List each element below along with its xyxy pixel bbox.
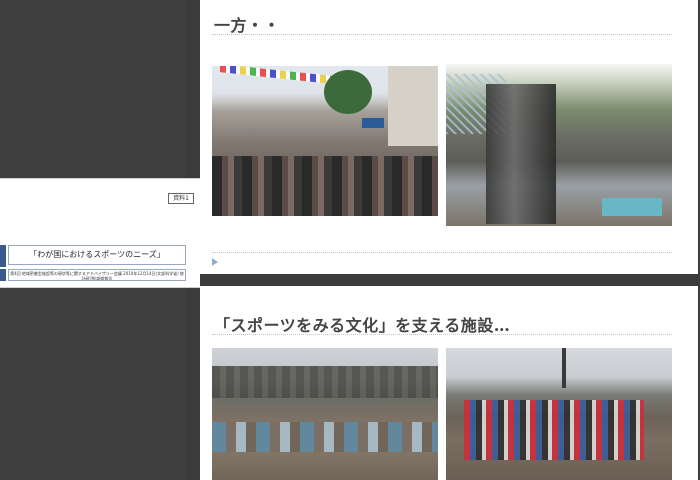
building-shape bbox=[388, 66, 438, 146]
document-accent-bar-small bbox=[0, 269, 6, 281]
footer-rule bbox=[212, 252, 672, 253]
crowd-shape bbox=[212, 156, 438, 216]
tree-shape bbox=[324, 70, 372, 114]
trees-shape bbox=[212, 366, 438, 398]
tarp-shape bbox=[602, 198, 662, 216]
slide-title: 「スポーツをみる文化」を支える施設… bbox=[214, 316, 511, 335]
left-thumbnail-top bbox=[0, 0, 186, 180]
photo-park-picnic bbox=[212, 348, 438, 480]
play-icon[interactable] bbox=[212, 258, 218, 266]
tent-shape bbox=[362, 118, 384, 128]
photo-spectators-net bbox=[446, 64, 672, 226]
document-accent-bar bbox=[0, 245, 6, 267]
picnic-tarps-shape bbox=[212, 422, 438, 452]
document-badge: 資料1 bbox=[168, 193, 194, 204]
kids-shape bbox=[464, 400, 644, 460]
left-thumbnail-bottom bbox=[0, 288, 186, 480]
slide-title: 一方・・ bbox=[214, 16, 281, 35]
pole-shape bbox=[562, 348, 566, 388]
title-rule bbox=[212, 334, 672, 335]
document-subtitle: 第4回 地域密着型施設等の現状等に関するアドバイザリー会議 2010年12月14… bbox=[8, 269, 186, 281]
photo-kids-game bbox=[446, 348, 672, 480]
document-title: 「わが国におけるスポーツのニーズ」 bbox=[8, 245, 186, 265]
title-rule bbox=[212, 34, 672, 35]
photo-festival-crowd bbox=[212, 66, 438, 216]
document-thumbnail[interactable]: 資料1 「わが国におけるスポーツのニーズ」 第4回 地域密着型施設等の現状等に関… bbox=[0, 178, 200, 288]
people-shape bbox=[486, 84, 556, 224]
slide-1: 一方・・ bbox=[200, 0, 698, 274]
slide-2: 「スポーツをみる文化」を支える施設… bbox=[200, 286, 698, 480]
